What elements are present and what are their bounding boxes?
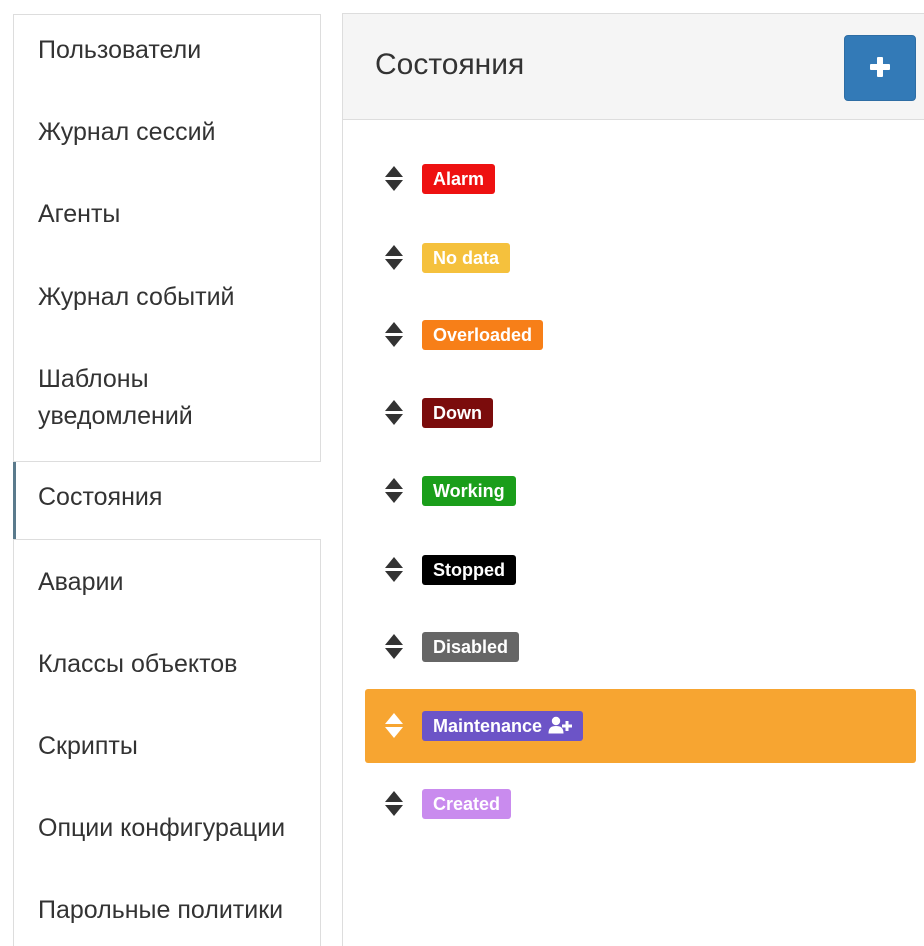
sidebar-item-label: Скрипты xyxy=(38,732,138,760)
sidebar-item-agents[interactable]: Агенты xyxy=(13,166,321,248)
sort-handle-icon[interactable] xyxy=(385,713,403,739)
page-title: Состояния xyxy=(375,48,525,81)
sidebar-item-event-log[interactable]: Журнал событий xyxy=(13,248,321,330)
sidebar-item-notification-templates[interactable]: Шаблоны уведомлений xyxy=(13,330,321,462)
state-row[interactable]: Created xyxy=(365,767,916,841)
sidebar-item-states[interactable]: Состояния xyxy=(13,462,321,540)
sort-handle-icon[interactable] xyxy=(385,791,403,817)
plus-icon xyxy=(870,57,890,77)
sidebar-item-label: Аварии xyxy=(38,568,124,596)
user-plus-icon xyxy=(548,713,573,734)
states-panel: Состояния Alarm No data Overloaded Down … xyxy=(342,13,924,946)
state-badge: Stopped xyxy=(422,555,516,585)
sidebar-item-label: Журнал сессий xyxy=(38,118,216,146)
sidebar-item-label: Опции конфигурации xyxy=(38,814,286,842)
panel-header: Состояния xyxy=(343,14,924,120)
state-row[interactable]: Disabled xyxy=(365,610,916,684)
sort-handle-icon[interactable] xyxy=(385,400,403,426)
state-row[interactable]: No data xyxy=(365,221,916,295)
sort-handle-icon[interactable] xyxy=(385,322,403,348)
sidebar-item-session-log[interactable]: Журнал сессий xyxy=(13,84,321,166)
sidebar-item-label: Журнал событий xyxy=(38,283,235,311)
sidebar-item-label-line2: уведомлений xyxy=(38,402,193,430)
state-row[interactable]: Working xyxy=(365,454,916,528)
state-badge: Maintenance xyxy=(422,711,584,741)
sidebar-item-alarms[interactable]: Аварии xyxy=(13,539,321,624)
state-badge: Created xyxy=(422,789,512,819)
state-row[interactable]: Overloaded xyxy=(365,298,916,372)
state-row[interactable]: Alarm xyxy=(365,142,916,216)
sort-handle-icon[interactable] xyxy=(385,634,403,660)
sidebar-item-label: Парольные политики xyxy=(38,896,284,924)
sort-handle-icon[interactable] xyxy=(385,478,403,504)
state-badge: No data xyxy=(422,243,511,273)
sort-handle-icon[interactable] xyxy=(385,166,403,192)
state-badge: Down xyxy=(422,398,493,428)
sidebar-item-label: Пользователи xyxy=(38,36,202,64)
sidebar-item-config-options[interactable]: Опции конфигурации xyxy=(13,788,321,870)
sidebar: Пользователи Журнал сессий Агенты Журнал… xyxy=(0,0,322,946)
sort-handle-icon[interactable] xyxy=(385,245,403,271)
state-row-selected[interactable]: Maintenance xyxy=(365,689,916,763)
sidebar-item-label: Агенты xyxy=(38,200,121,228)
sidebar-item-users[interactable]: Пользователи xyxy=(13,14,321,84)
state-badge: Disabled xyxy=(422,632,520,662)
sidebar-item-label: Шаблоны xyxy=(38,365,149,393)
sidebar-item-password-policies[interactable]: Парольные политики xyxy=(13,870,321,946)
state-row[interactable]: Stopped xyxy=(365,533,916,607)
state-badge: Alarm xyxy=(422,164,496,194)
state-badge-label: Maintenance xyxy=(433,716,543,736)
state-badge: Overloaded xyxy=(422,320,544,350)
state-badge: Working xyxy=(422,476,516,506)
sidebar-item-scripts[interactable]: Скрипты xyxy=(13,706,321,788)
add-state-button[interactable] xyxy=(844,35,916,101)
sidebar-item-object-classes[interactable]: Классы объектов xyxy=(13,624,321,706)
sidebar-item-label: Классы объектов xyxy=(38,650,238,678)
sort-handle-icon[interactable] xyxy=(385,557,403,583)
state-row[interactable]: Down xyxy=(365,376,916,450)
sidebar-item-label: Состояния xyxy=(38,483,163,511)
